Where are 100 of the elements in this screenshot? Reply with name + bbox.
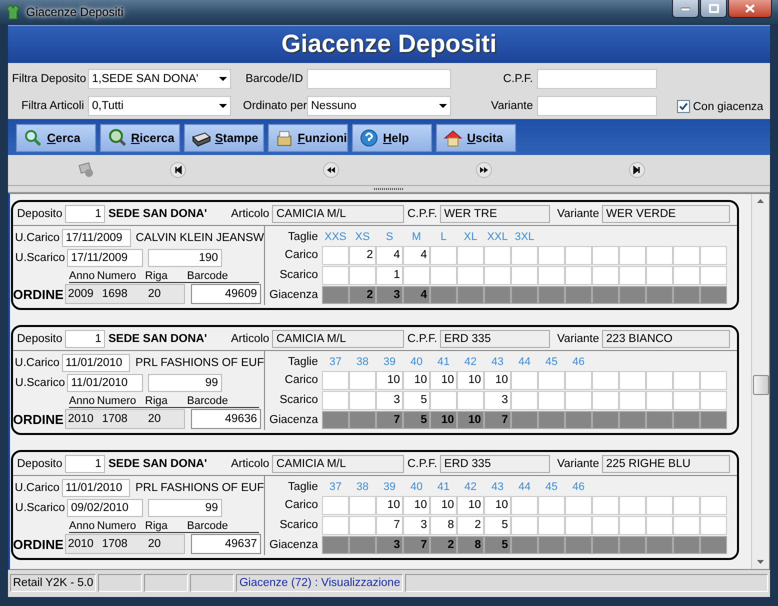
- quantity-cell[interactable]: 7: [376, 516, 403, 534]
- quantity-cell[interactable]: 3: [403, 516, 430, 534]
- input-field[interactable]: [307, 69, 451, 90]
- input-field[interactable]: CAMICIA M/L: [272, 455, 404, 473]
- quantity-cell[interactable]: [565, 516, 592, 534]
- quantity-cell[interactable]: [592, 370, 619, 390]
- quantity-cell[interactable]: [700, 266, 727, 284]
- toolbar-button[interactable]: Cerca: [16, 124, 96, 152]
- quantity-cell[interactable]: [457, 246, 484, 264]
- quantity-cell[interactable]: [592, 390, 619, 410]
- quantity-cell[interactable]: [565, 496, 592, 514]
- quantity-cell[interactable]: [673, 496, 700, 514]
- quantity-cell[interactable]: 10: [457, 496, 484, 514]
- quantity-cell[interactable]: 10: [457, 370, 484, 390]
- quantity-cell[interactable]: [565, 266, 592, 284]
- quantity-cell[interactable]: [646, 370, 673, 390]
- quantity-cell[interactable]: [538, 390, 565, 410]
- quantity-cell[interactable]: [619, 246, 646, 264]
- input-field[interactable]: CAMICIA M/L: [272, 330, 404, 348]
- quantity-cell[interactable]: [565, 390, 592, 410]
- quantity-cell[interactable]: [619, 266, 646, 284]
- input-field[interactable]: 49609: [191, 284, 261, 304]
- quantity-cell[interactable]: [592, 266, 619, 284]
- input-field[interactable]: 225 RIGHE BLU: [602, 455, 730, 473]
- quantity-cell[interactable]: 1: [376, 266, 403, 284]
- input-field[interactable]: 17/11/2009: [67, 249, 143, 267]
- quantity-cell[interactable]: [700, 246, 727, 264]
- quantity-cell[interactable]: 10: [376, 370, 403, 390]
- quantity-cell[interactable]: 10: [403, 496, 430, 514]
- quantity-cell[interactable]: [592, 496, 619, 514]
- quantity-cell[interactable]: [322, 246, 349, 264]
- quantity-cell[interactable]: [484, 246, 511, 264]
- quantity-cell[interactable]: [700, 516, 727, 534]
- input-field[interactable]: [537, 69, 657, 90]
- quantity-cell[interactable]: [511, 246, 538, 264]
- quantity-cell[interactable]: 4: [403, 246, 430, 264]
- first-record-icon[interactable]: [170, 162, 186, 178]
- quantity-cell[interactable]: 10: [484, 496, 511, 514]
- quantity-cell[interactable]: [511, 266, 538, 284]
- quantity-cell[interactable]: [322, 516, 349, 534]
- input-field[interactable]: 11/01/2010: [62, 479, 130, 497]
- quantity-cell[interactable]: [430, 266, 457, 284]
- maximize-button[interactable]: [700, 0, 727, 18]
- input-field[interactable]: 11/01/2010: [67, 374, 143, 392]
- quantity-cell[interactable]: [538, 496, 565, 514]
- quantity-cell[interactable]: [538, 266, 565, 284]
- toolbar-button[interactable]: Funzioni: [268, 124, 348, 152]
- input-field[interactable]: 1: [65, 455, 106, 473]
- input-field[interactable]: 17/11/2009: [62, 229, 131, 247]
- quantity-cell[interactable]: [403, 266, 430, 284]
- splitter-handle-icon[interactable]: [374, 188, 404, 190]
- quantity-cell[interactable]: [619, 370, 646, 390]
- input-field[interactable]: 1: [65, 330, 106, 348]
- toolbar-button[interactable]: Ricerca: [100, 124, 180, 152]
- quantity-cell[interactable]: [673, 246, 700, 264]
- quantity-cell[interactable]: [646, 390, 673, 410]
- quantity-cell[interactable]: [349, 516, 376, 534]
- quantity-cell[interactable]: [430, 390, 457, 410]
- quantity-cell[interactable]: [538, 370, 565, 390]
- quantity-cell[interactable]: [700, 370, 727, 390]
- quantity-cell[interactable]: [673, 390, 700, 410]
- quantity-cell[interactable]: [322, 370, 349, 390]
- quantity-cell[interactable]: [700, 390, 727, 410]
- quantity-cell[interactable]: [673, 516, 700, 534]
- quantity-cell[interactable]: [430, 246, 457, 264]
- quantity-cell[interactable]: [349, 266, 376, 284]
- input-field[interactable]: WER VERDE: [602, 205, 730, 223]
- quantity-cell[interactable]: 3: [376, 390, 403, 410]
- quantity-cell[interactable]: 10: [484, 370, 511, 390]
- input-field[interactable]: 49637: [191, 534, 261, 554]
- quantity-cell[interactable]: [619, 390, 646, 410]
- quantity-cell[interactable]: [565, 370, 592, 390]
- quantity-cell[interactable]: 10: [430, 496, 457, 514]
- quantity-cell[interactable]: [538, 516, 565, 534]
- scrollbar[interactable]: [751, 194, 769, 569]
- quantity-cell[interactable]: 2: [349, 246, 376, 264]
- quantity-cell[interactable]: [457, 390, 484, 410]
- quantity-cell[interactable]: [592, 246, 619, 264]
- dropdown-field[interactable]: 1,SEDE SAN DONA': [88, 69, 231, 90]
- close-button[interactable]: [728, 0, 772, 18]
- quantity-cell[interactable]: [349, 370, 376, 390]
- quantity-cell[interactable]: [646, 516, 673, 534]
- input-field[interactable]: ERD 335: [440, 455, 550, 473]
- quantity-cell[interactable]: [349, 390, 376, 410]
- quantity-cell[interactable]: 10: [430, 370, 457, 390]
- quantity-cell[interactable]: [619, 516, 646, 534]
- quantity-cell[interactable]: [511, 516, 538, 534]
- quantity-cell[interactable]: 4: [376, 246, 403, 264]
- quantity-cell[interactable]: [457, 266, 484, 284]
- quantity-cell[interactable]: 10: [376, 496, 403, 514]
- input-field[interactable]: 99: [148, 499, 222, 517]
- quantity-cell[interactable]: [565, 246, 592, 264]
- quantity-cell[interactable]: [673, 370, 700, 390]
- quantity-cell[interactable]: 5: [484, 516, 511, 534]
- input-field[interactable]: [537, 96, 657, 116]
- quantity-cell[interactable]: [538, 246, 565, 264]
- input-field[interactable]: 09/02/2010: [67, 499, 143, 517]
- quantity-cell[interactable]: [511, 390, 538, 410]
- quantity-cell[interactable]: [511, 370, 538, 390]
- input-field[interactable]: 190: [148, 249, 222, 267]
